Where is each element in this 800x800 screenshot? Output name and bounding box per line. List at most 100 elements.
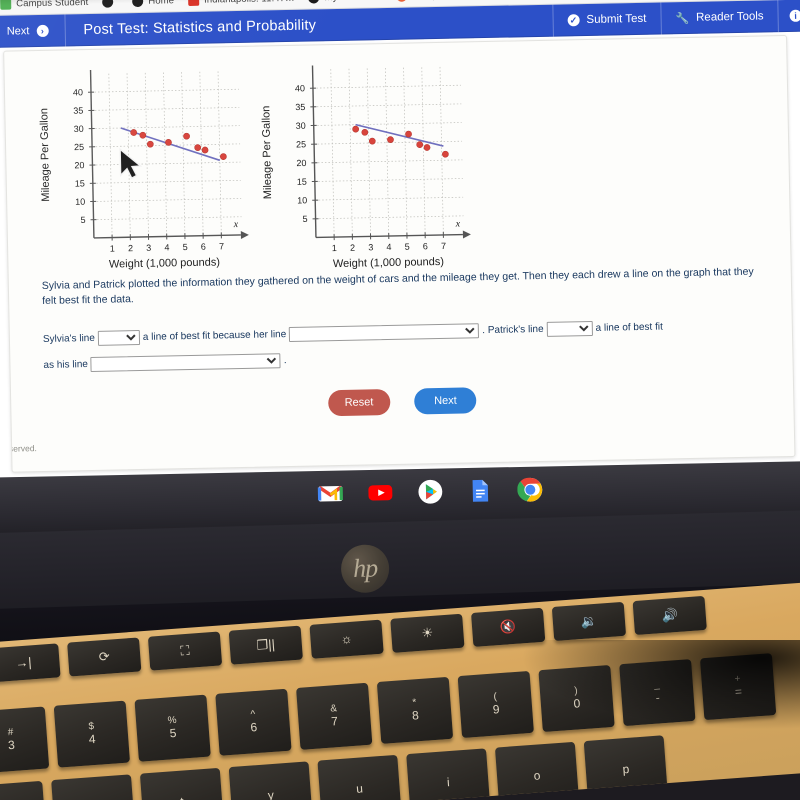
x-axis-variable: x [455,219,461,230]
key-glyph: ☀ [420,624,434,641]
bookmark-label: Campus Student [16,0,89,10]
data-point [352,125,360,133]
key-y[interactable]: y [228,761,314,800]
mid-text-1: a line of best fit because her line [142,329,287,343]
key-bottom-label: 3 [7,737,16,753]
patrick-label: . Patrick's line [482,323,544,337]
reason-dropdown[interactable]: isis not [289,323,480,342]
key-bottom-label: 4 [88,731,97,747]
data-point [405,130,412,138]
data-point [220,153,227,160]
x-axis-title: Weight (1,000 pounds) [333,256,444,270]
key-bottom-label: t [180,795,184,800]
info-button[interactable]: i [777,0,800,33]
data-point [183,132,190,140]
data-point [139,131,147,139]
key-4[interactable]: $4 [53,700,131,768]
grid-lines [90,71,242,238]
key-glyph: ☼ [340,630,354,647]
bookmark-item[interactable]: Indianapolis: 11:47… [187,0,295,6]
copyright-text: ll rights reserved. [3,443,37,454]
key-bottom-label: 9 [492,702,500,717]
y-tick-label: 35 [73,106,83,116]
key-8[interactable]: * 8 [376,676,454,744]
key-0[interactable]: ) 0 [538,664,615,733]
key-u[interactable]: u [317,754,402,800]
overview-key[interactable]: ❐|| [228,625,303,665]
key-t[interactable]: t [139,767,225,800]
submit-test-button[interactable]: ✓ Submit Test [552,2,661,37]
x-tick-label: 3 [368,242,373,252]
key-e[interactable]: e [0,780,47,800]
his-line-dropdown[interactable]: isis not [90,353,282,372]
key-bottom-label: p [622,761,630,777]
data-point [416,141,424,148]
mute-key[interactable]: 🔇 [471,607,546,647]
key--[interactable]: _ - [619,659,696,727]
x-tick-label: 6 [201,242,206,252]
bookmark-item[interactable] [102,0,118,8]
x-axis-arrow [462,230,471,239]
key-glyph: 🔊 [661,606,679,623]
patrick-graph-svg: x 5 10 15 20 25 30 35 40 1 2 3 4 5 6 7 Mileage Per Ga… [260,65,471,270]
bookmark-favicon [187,0,200,6]
next-button[interactable]: Next [414,387,477,415]
google-docs-icon[interactable] [467,478,494,505]
x-tick-label: 6 [423,241,428,251]
chrome-icon[interactable] [517,476,544,503]
play-store-icon[interactable] [417,479,444,506]
mouse-pointer-icon [119,147,143,180]
x-axis-arrow [240,230,249,239]
y-tick-label: 30 [74,124,84,134]
reload-key[interactable]: ⟳ [67,637,142,677]
key-bottom-label: = [734,684,743,699]
next-nav-button[interactable]: Next › [0,14,66,48]
key-glyph: ⛶ [179,642,191,658]
page-title: Post Test: Statistics and Probability [83,17,317,39]
sylvia-line-dropdown[interactable]: isis not [97,329,141,346]
tab-key[interactable]: →| [0,643,61,683]
key-5[interactable]: % 5 [134,694,211,762]
check-circle-icon: ✓ [567,14,580,27]
key-bottom-label: - [655,690,661,705]
arrow-right-circle-icon: › [36,24,49,38]
y-tick-label: 25 [296,139,306,149]
fullscreen-key[interactable]: ⛶ [147,631,223,671]
key-o[interactable]: o [494,741,580,800]
key-bottom-label: 6 [249,719,258,735]
key-r[interactable]: r [51,774,136,800]
bookmark-item[interactable]: Campus Student [0,0,88,10]
brightness-down-key[interactable]: ☼ [309,619,384,659]
y-tick-label: 40 [295,83,305,93]
bookmark-item[interactable]: Home [132,0,175,8]
bookmark-label: A09 | Kronos Workf… [412,0,506,1]
hp-logo: hp [340,544,390,594]
key-9[interactable]: (9 [457,670,534,739]
volume-up-key[interactable]: 🔊 [632,595,707,636]
gmail-icon[interactable] [317,481,344,508]
key-7[interactable]: & 7 [296,682,373,750]
key-p[interactable]: p [583,735,669,800]
data-point [165,139,172,146]
bookmark-favicon [102,0,114,8]
volume-down-key[interactable]: 🔉 [551,601,627,641]
x-tick-label: 7 [441,241,446,251]
brightness-up-key[interactable]: ☀ [390,613,465,653]
bookmark-item[interactable]: A09 | Kronos Workf… [396,0,506,2]
charts-container: x 5 10 15 20 25 30 35 40 1234567 Mileage Per Ga… [4,36,790,280]
reader-tools-button[interactable]: 🔧 Reader Tools [660,0,778,35]
key-3[interactable]: #3 [0,706,50,774]
key-6[interactable]: ^ 6 [215,688,292,756]
youtube-icon[interactable] [367,480,394,507]
y-tick-label: 35 [295,102,305,112]
bookmark-item[interactable]: myAscension [308,0,382,4]
bookmark-label: Home [148,0,175,7]
reset-button[interactable]: Reset [327,389,391,417]
period-text: . [283,355,287,367]
patrick-line-dropdown[interactable]: isis not [546,320,593,337]
key-bottom-label: 8 [411,707,420,723]
key-i[interactable]: i [406,748,491,800]
key-=[interactable]: + = [699,653,777,721]
patrick-graph: x 5 10 15 20 25 30 35 40 1 2 3 4 5 6 7 Mileage Per Ga… [254,42,489,275]
